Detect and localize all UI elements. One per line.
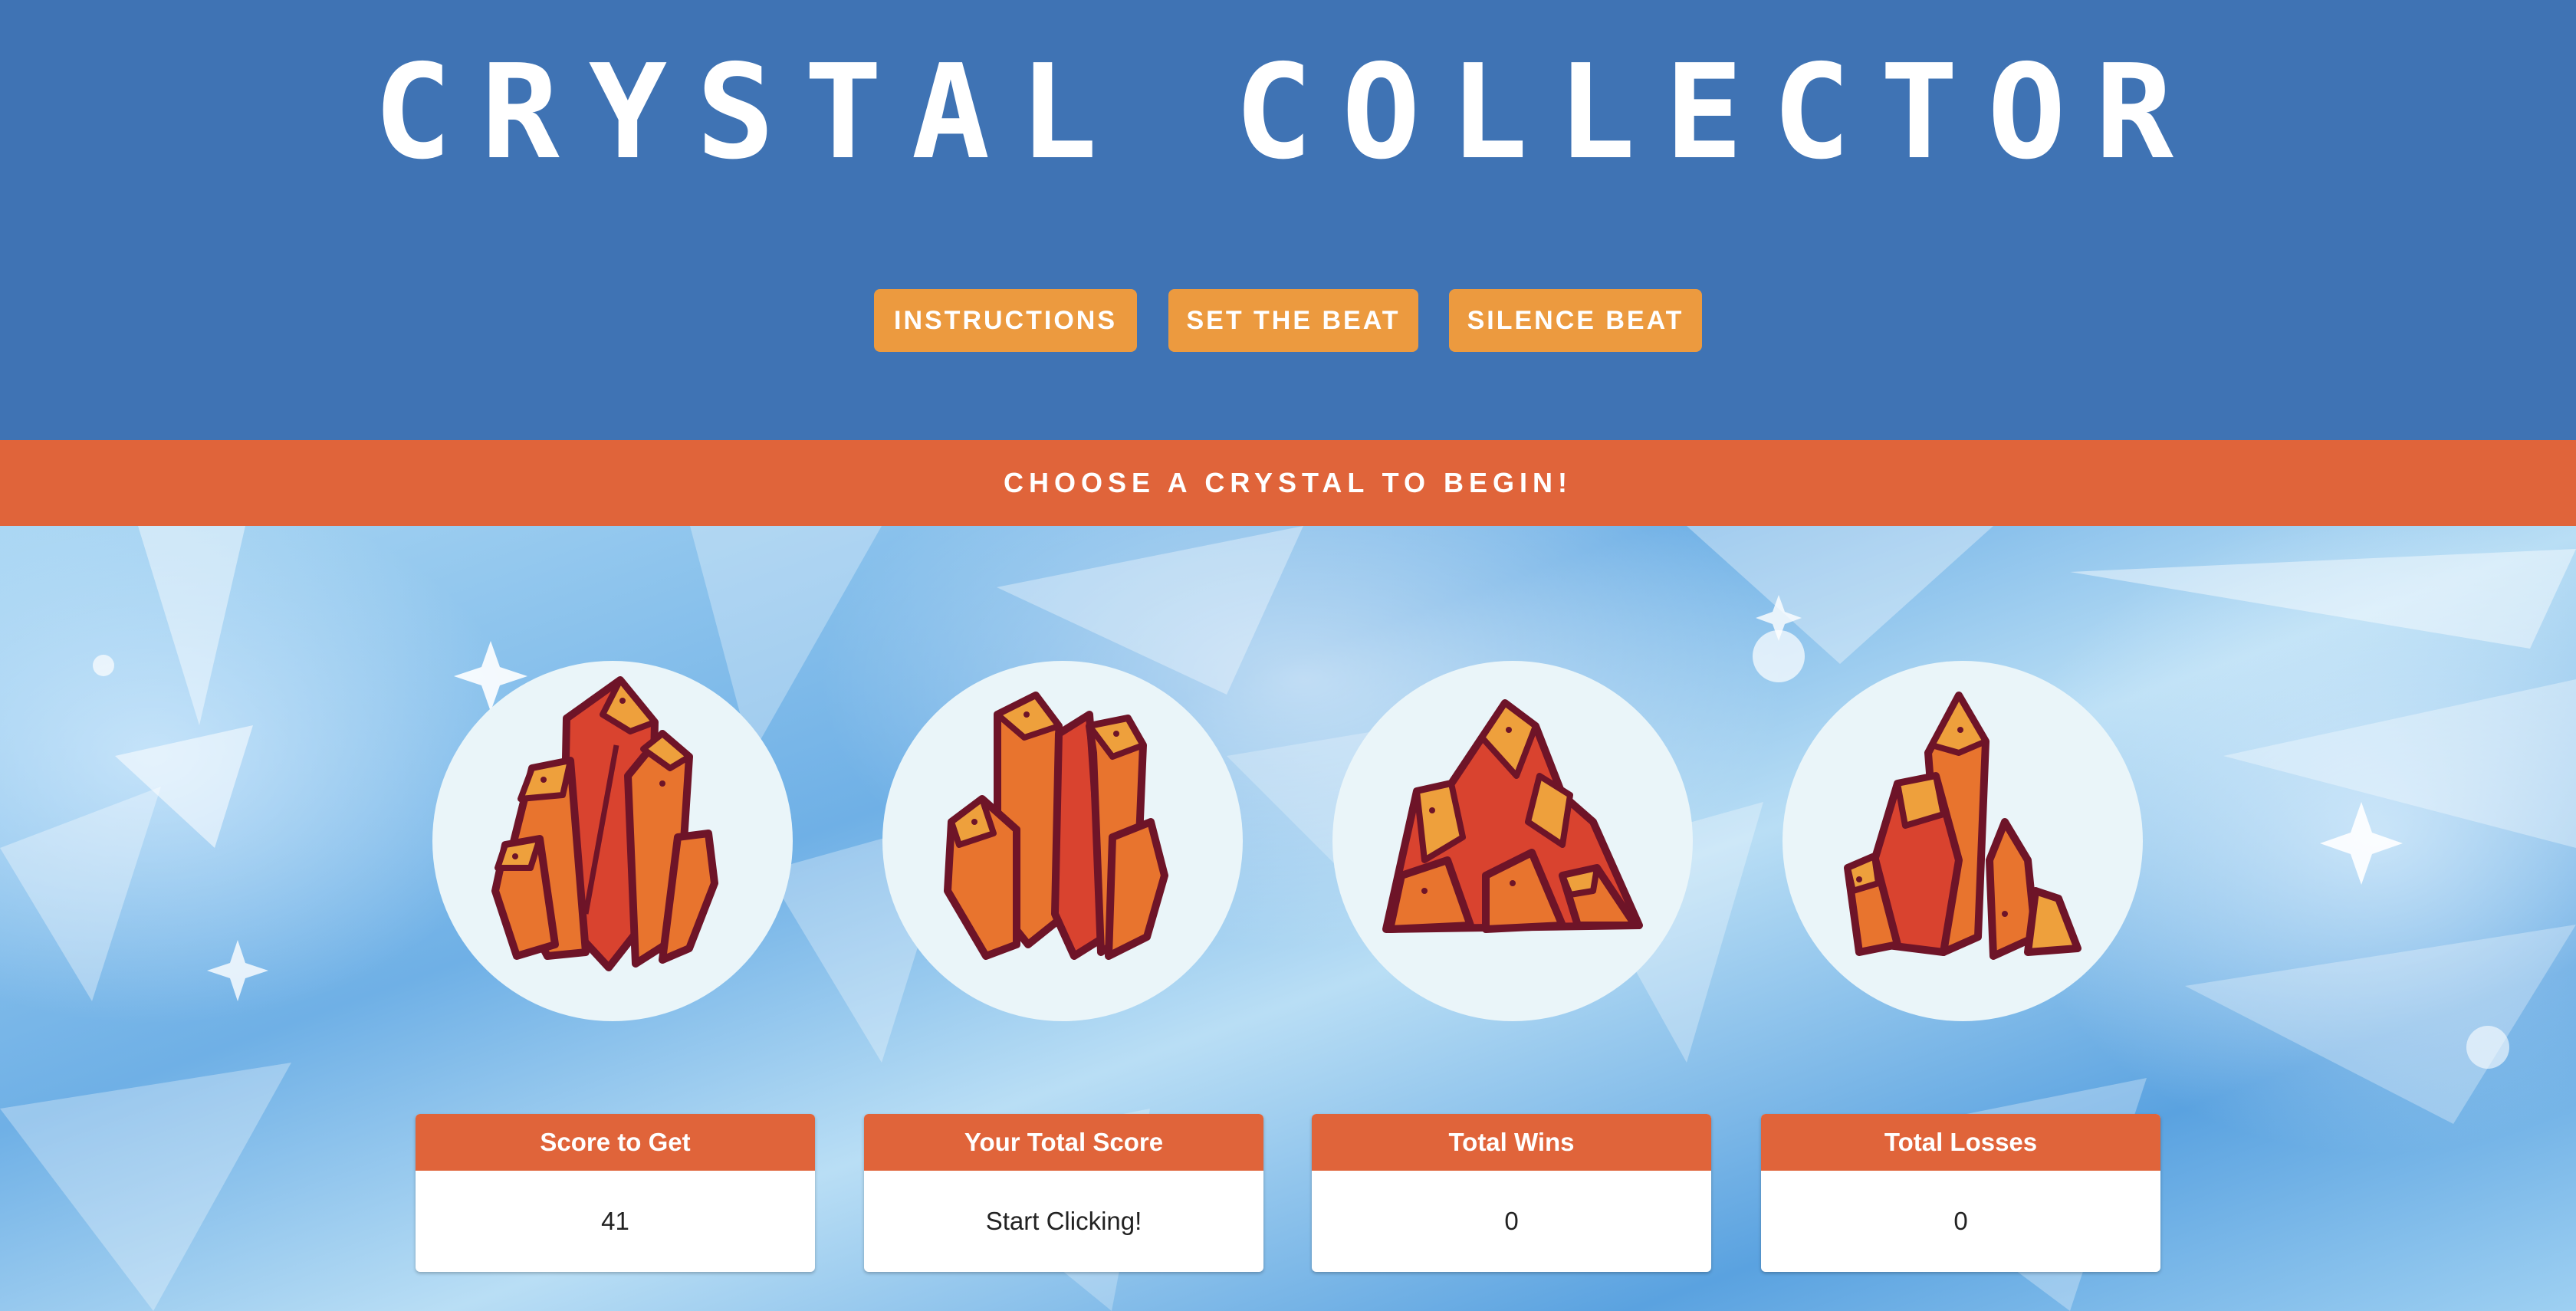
total-losses-label: Total Losses [1761, 1114, 2160, 1171]
set-the-beat-button[interactable]: SET THE BEAT [1168, 289, 1418, 352]
crystal-shards-backdrop [0, 526, 2576, 1311]
total-losses-card: Total Losses 0 [1761, 1114, 2160, 1272]
score-to-get-card: Score to Get 41 [416, 1114, 815, 1272]
total-wins-value: 0 [1504, 1207, 1519, 1235]
crystal-cluster-icon [882, 661, 1243, 1021]
total-score-card: Your Total Score Start Clicking! [864, 1114, 1263, 1272]
play-area-background [0, 526, 2576, 1311]
crystal-button-4[interactable] [1783, 661, 2143, 1021]
silence-beat-button[interactable]: SILENCE BEAT [1449, 289, 1702, 352]
crystal-button-2[interactable] [882, 661, 1243, 1021]
total-losses-value: 0 [1953, 1207, 1968, 1235]
crystal-cluster-icon [432, 661, 793, 1021]
crystal-button-3[interactable] [1332, 661, 1693, 1021]
total-wins-label: Total Wins [1312, 1114, 1711, 1171]
status-banner: CHOOSE A CRYSTAL TO BEGIN! [0, 440, 2576, 526]
total-wins-card: Total Wins 0 [1312, 1114, 1711, 1272]
total-score-value: Start Clicking! [985, 1207, 1142, 1235]
header-button-row: INSTRUCTIONS SET THE BEAT SILENCE BEAT [0, 289, 2576, 352]
crystal-button-1[interactable] [432, 661, 793, 1021]
score-to-get-value: 41 [601, 1207, 629, 1235]
total-score-label: Your Total Score [864, 1114, 1263, 1171]
score-to-get-label: Score to Get [416, 1114, 815, 1171]
crystal-cluster-icon [1332, 661, 1693, 1021]
header: CRYSTAL COLLECTOR INSTRUCTIONS SET THE B… [0, 0, 2576, 440]
instructions-button[interactable]: INSTRUCTIONS [874, 289, 1137, 352]
game-title: CRYSTAL COLLECTOR [373, 37, 2203, 189]
crystal-cluster-icon [1783, 661, 2143, 1021]
